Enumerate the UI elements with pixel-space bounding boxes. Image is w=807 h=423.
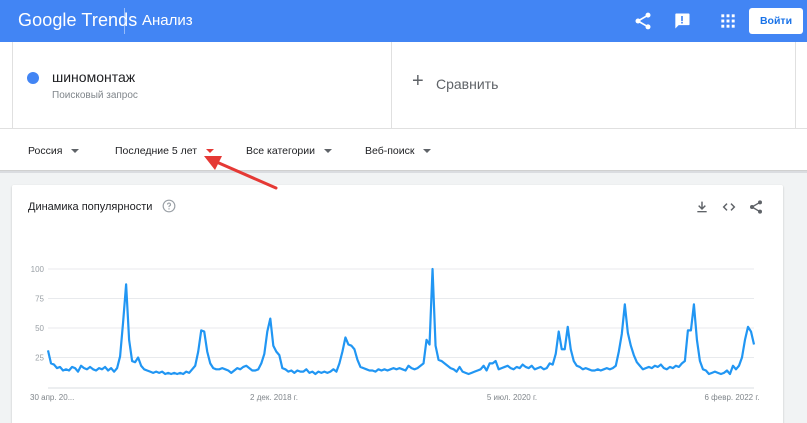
y-tick-label: 100 bbox=[31, 265, 45, 274]
interest-over-time-card: Динамика популярности 100 75 50 25 30 апр. 2… bbox=[12, 185, 783, 423]
terms-right-border bbox=[795, 42, 796, 128]
x-tick-label: 30 апр. 20... bbox=[30, 393, 74, 402]
plus-icon: + bbox=[412, 70, 424, 92]
apps-icon[interactable] bbox=[718, 11, 738, 31]
filter-bar-shadow bbox=[0, 171, 807, 173]
search-terms-bar: шиномонтаж Поисковый запрос + Сравнить bbox=[0, 42, 807, 128]
google-trends-logo[interactable]: Google Trends bbox=[18, 10, 137, 31]
share-icon[interactable] bbox=[633, 11, 653, 31]
header-divider bbox=[124, 8, 125, 34]
series-color-dot bbox=[27, 72, 39, 84]
filter-bar: Россия Последние 5 лет Все категории Веб… bbox=[0, 128, 807, 171]
filter-region[interactable]: Россия bbox=[28, 145, 80, 157]
page-title: Анализ bbox=[142, 12, 193, 29]
x-tick-label: 5 июл. 2020 г. bbox=[487, 393, 537, 402]
search-term-card[interactable]: шиномонтаж Поисковый запрос bbox=[12, 42, 392, 128]
chevron-down-icon bbox=[71, 149, 80, 154]
series-line bbox=[46, 267, 756, 376]
x-tick-label: 6 февр. 2022 г. bbox=[704, 393, 759, 402]
annotation-arrow bbox=[204, 156, 278, 190]
filter-search-type[interactable]: Веб-поиск bbox=[365, 145, 432, 157]
search-term-name[interactable]: шиномонтаж bbox=[52, 69, 135, 85]
app-header: Google Trends Анализ Войти bbox=[0, 0, 807, 42]
y-tick-label: 25 bbox=[35, 354, 44, 363]
chevron-down-icon bbox=[323, 149, 332, 154]
line-chart: 100 75 50 25 30 апр. 20... 2 дек. 2018 г. 5 ию… bbox=[30, 265, 760, 402]
filter-time-range-label: Последние 5 лет bbox=[115, 145, 198, 157]
y-tick-label: 75 bbox=[35, 295, 44, 304]
chevron-down-icon bbox=[423, 149, 432, 154]
y-tick-label: 50 bbox=[35, 324, 44, 333]
filter-search-type-label: Веб-поиск bbox=[365, 145, 415, 157]
filter-region-label: Россия bbox=[28, 145, 63, 157]
feedback-icon[interactable] bbox=[672, 11, 692, 31]
search-term-type: Поисковый запрос bbox=[52, 90, 138, 101]
login-button[interactable]: Войти bbox=[749, 8, 803, 34]
x-tick-label: 2 дек. 2018 г. bbox=[250, 393, 298, 402]
compare-label: Сравнить bbox=[436, 76, 499, 92]
